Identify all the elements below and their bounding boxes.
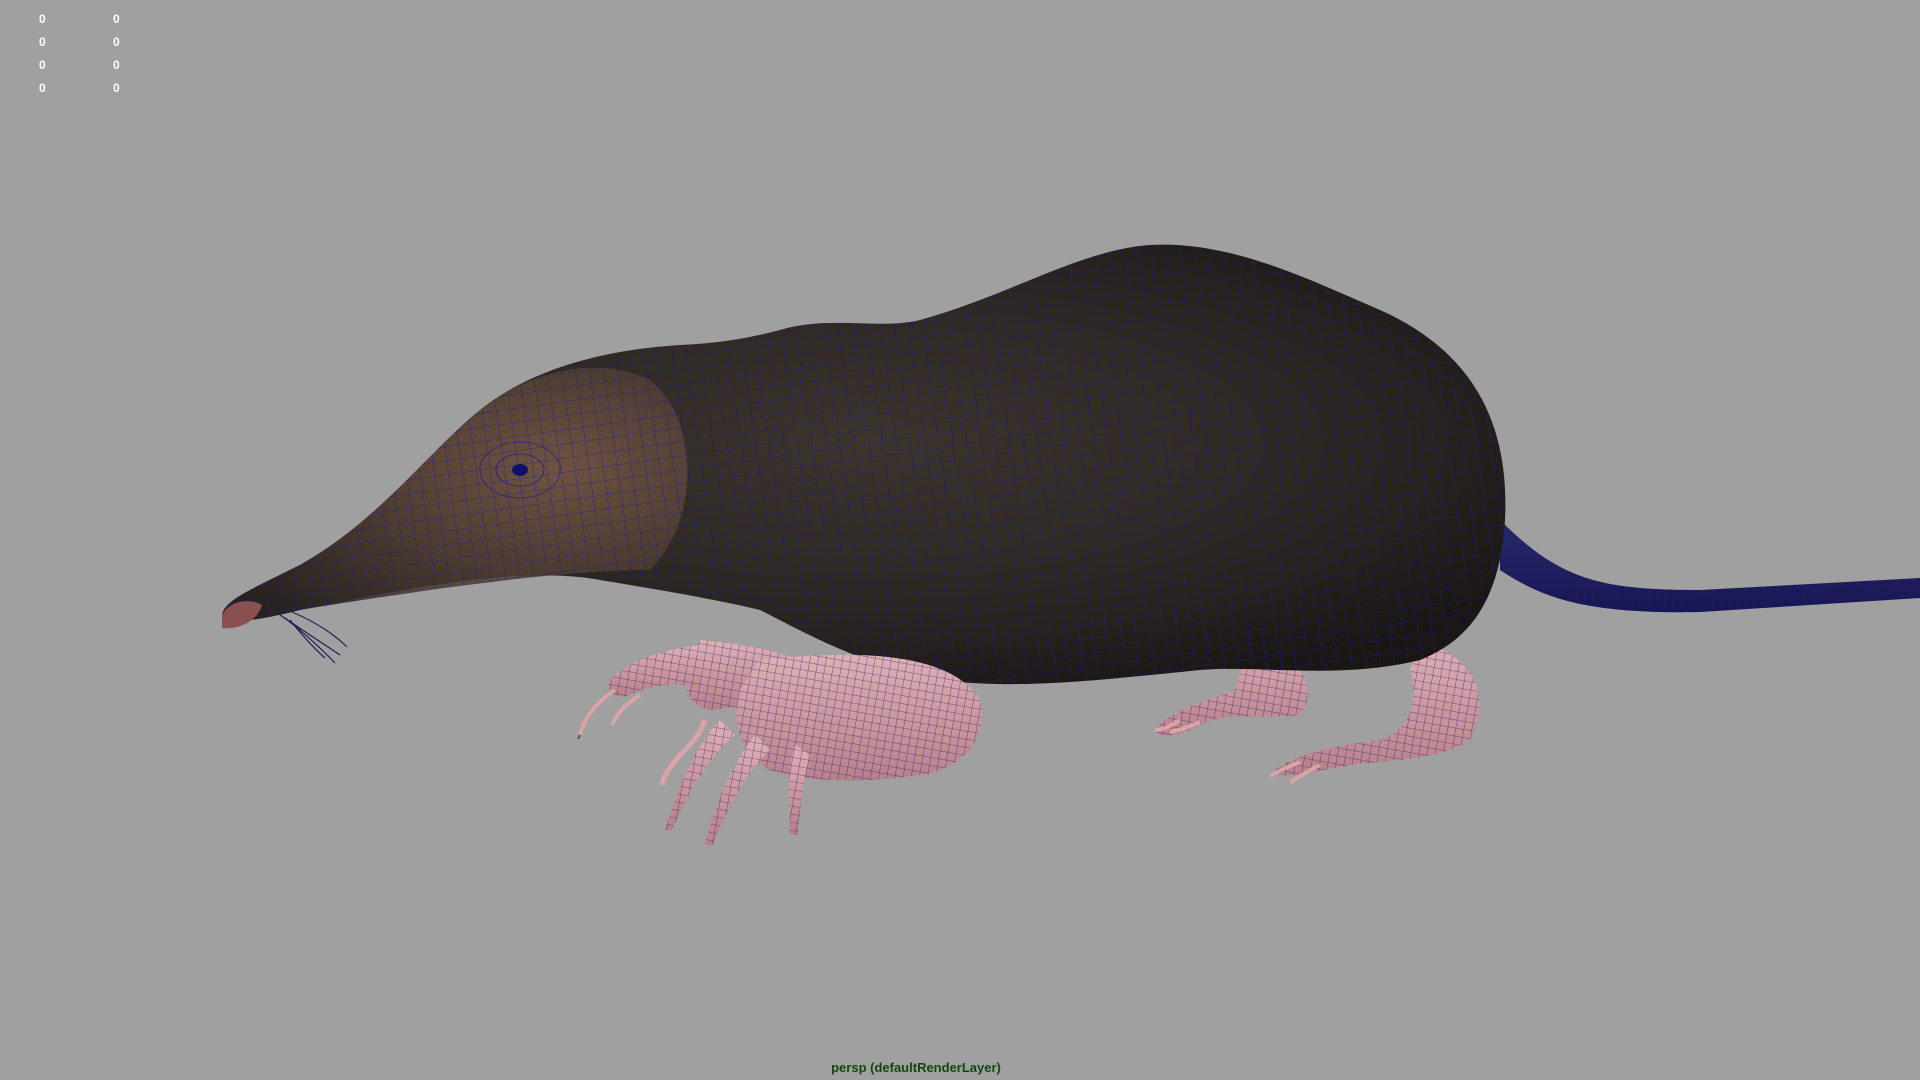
shrew-model[interactable] [0, 0, 1920, 1080]
camera-label: persp (defaultRenderLayer) [831, 1060, 1001, 1075]
maya-perspective-viewport[interactable]: 0 0 0 0 0 0 0 0 0 0 [0, 0, 1920, 1080]
shrew-front-legs [577, 640, 982, 845]
shrew-whiskers [279, 611, 348, 664]
shrew-tail [1500, 520, 1920, 613]
shrew-body [222, 244, 1506, 685]
